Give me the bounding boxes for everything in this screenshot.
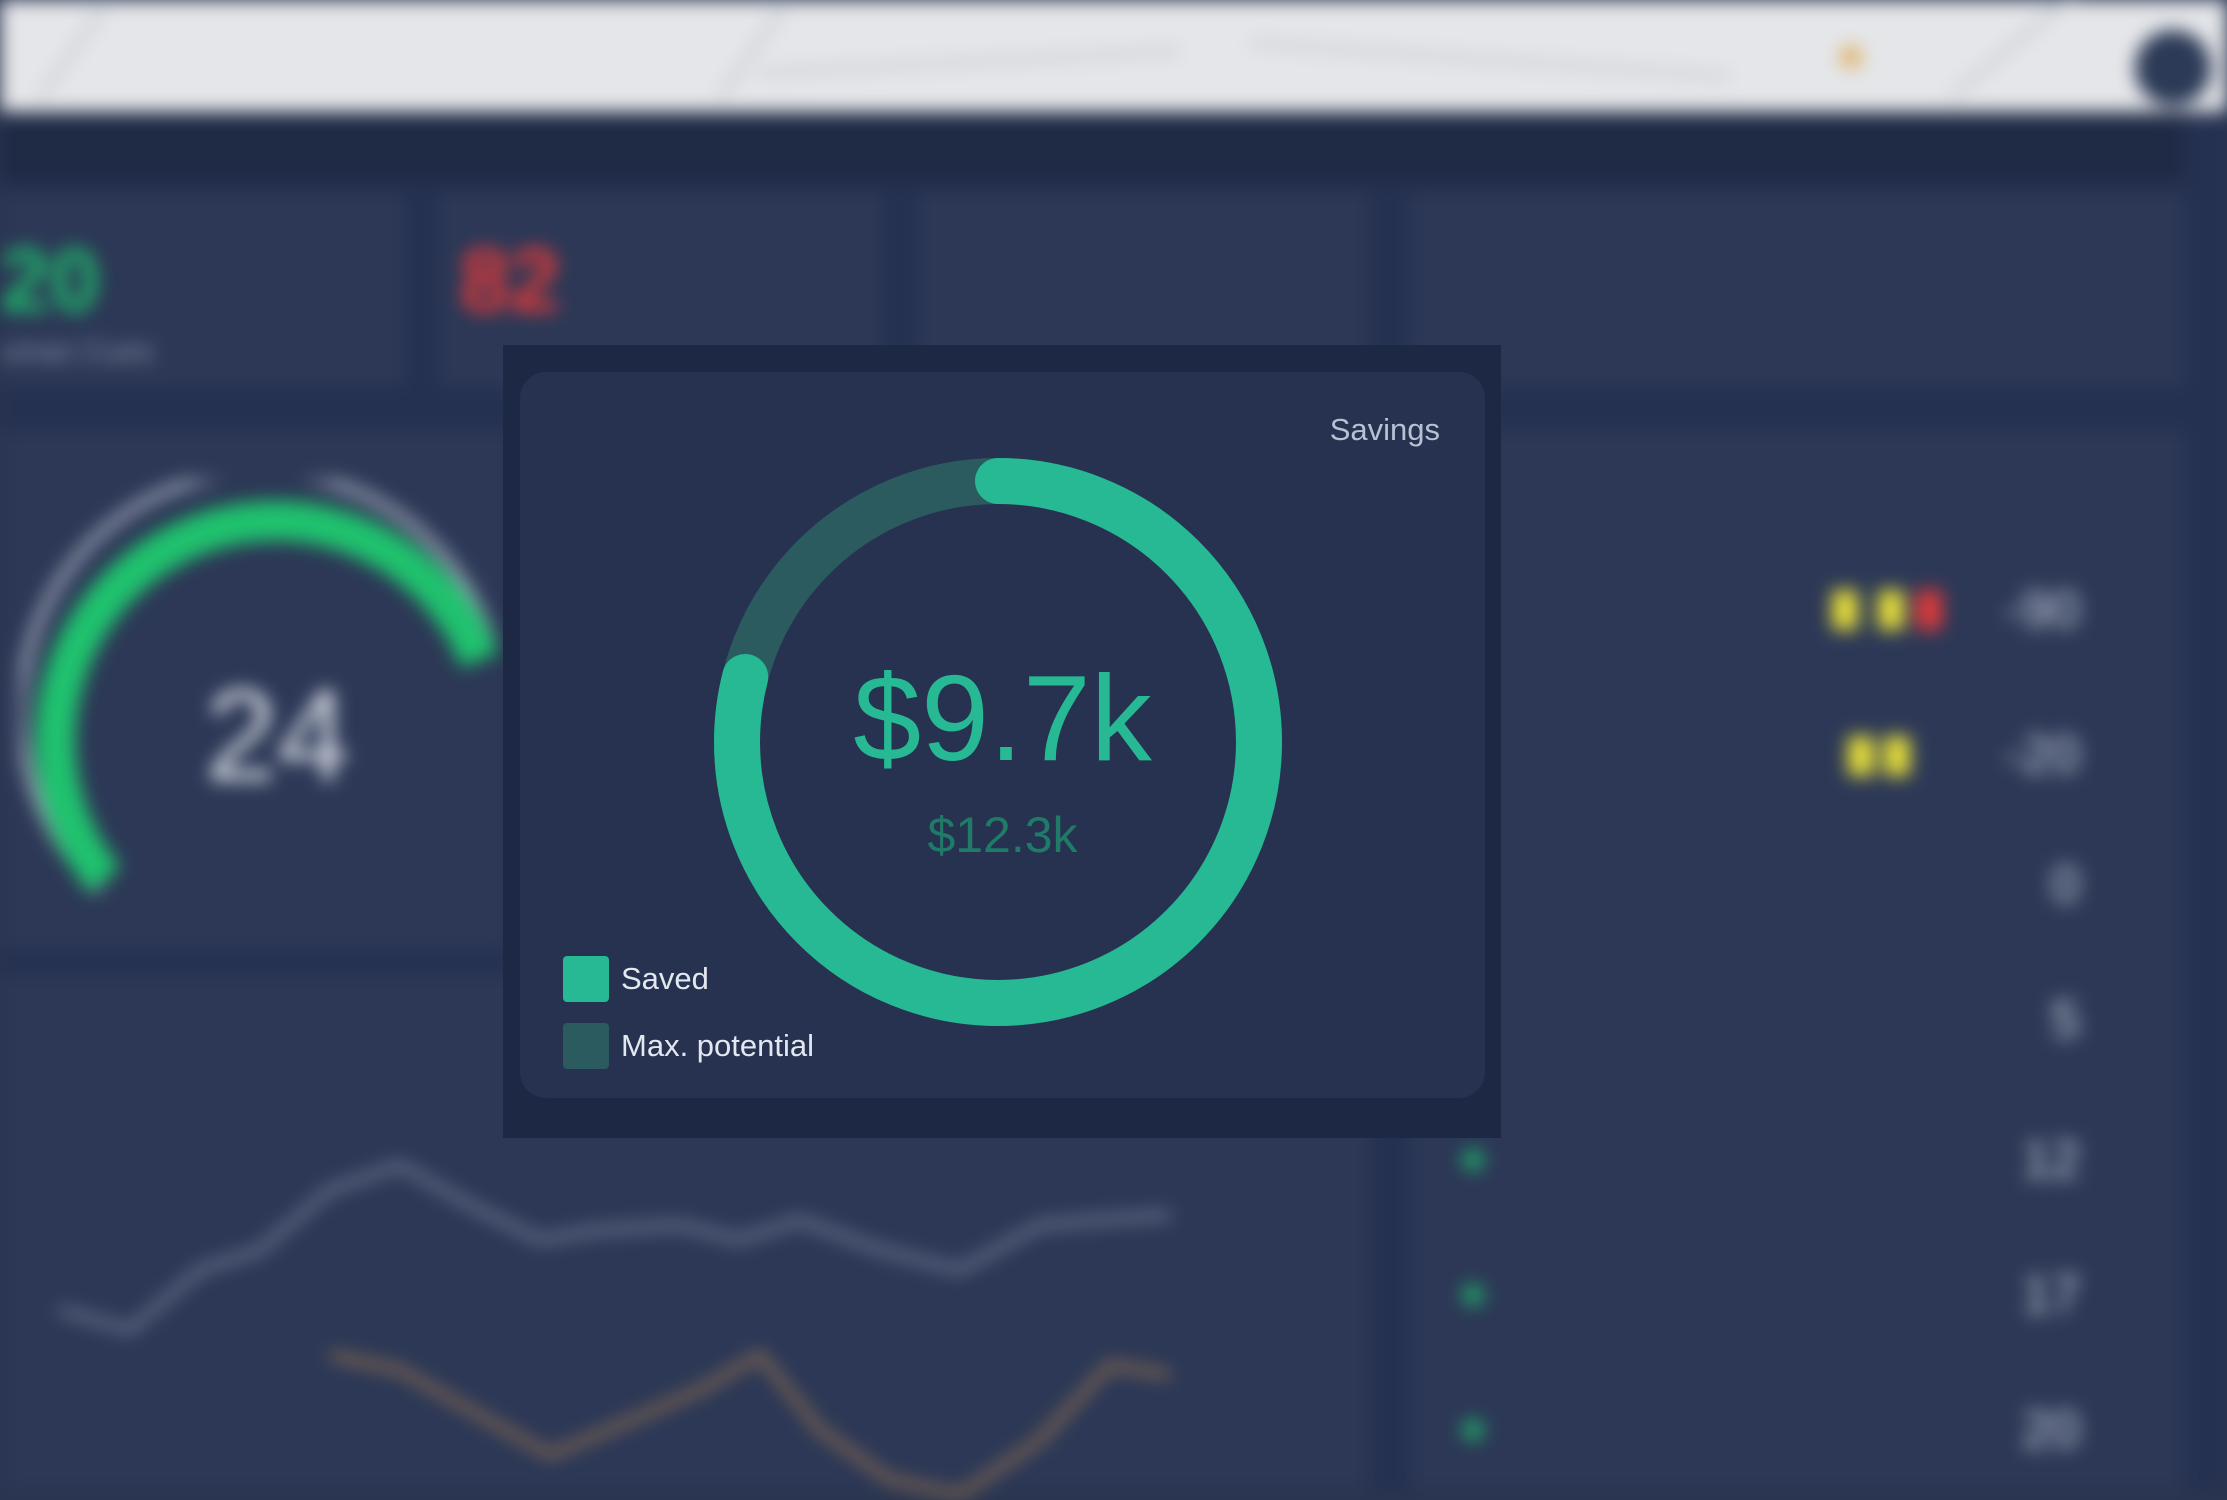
legend-swatch-max-potential [563,1023,609,1069]
list-item-value: -90 [2004,581,2080,639]
list-item-value: 5 [2051,991,2080,1049]
map-pin-icon [1840,46,1862,68]
list-item-value: 0 [2051,856,2080,914]
map-header [0,0,2227,112]
stat-label-1: uman Cues [0,335,154,368]
card-title: Savings [1329,412,1440,447]
savings-card: Savings $9.7k $12.3k Saved Max. potentia… [520,372,1485,1098]
legend-item-saved: Saved [563,956,709,1002]
legend-label: Saved [621,961,709,996]
legend-label: Max. potential [621,1028,814,1063]
list-item-value: 17 [2022,1266,2080,1324]
stat-value-2: 82 [460,231,561,331]
legend-swatch-saved [563,956,609,1002]
max-potential-value: $12.3k [927,807,1078,863]
list-item-value: 12 [2022,1131,2080,1189]
gauge-value: 24 [205,662,350,808]
list-item-value: -20 [2004,726,2080,784]
list-item-value: 20 [2022,1401,2080,1459]
saved-value: $9.7k [853,650,1152,786]
stat-value-1: 20 [0,231,101,331]
background-line-chart [59,1162,1171,1498]
legend-item-max-potential: Max. potential [563,1023,814,1069]
avatar[interactable] [2135,30,2211,106]
